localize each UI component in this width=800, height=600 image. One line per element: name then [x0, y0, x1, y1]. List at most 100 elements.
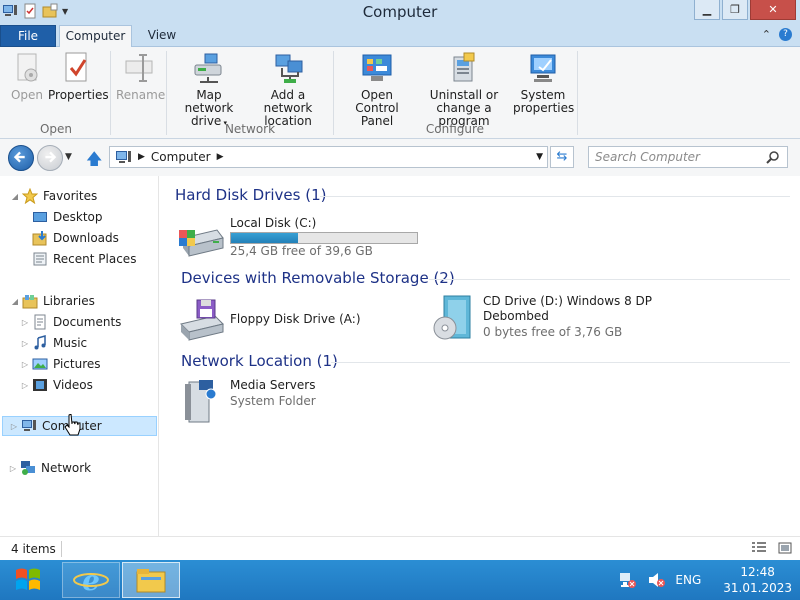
group-separator: [333, 51, 334, 135]
star-icon: [22, 188, 38, 204]
expand-icon[interactable]: ▷: [20, 318, 30, 327]
refresh-button[interactable]: ⇆: [550, 146, 574, 168]
tree-recent-places[interactable]: Recent Places: [20, 249, 136, 269]
maximize-button[interactable]: ❐: [722, 0, 748, 20]
documents-icon: [34, 314, 46, 330]
close-button[interactable]: ✕: [750, 0, 796, 20]
volume-muted-icon[interactable]: [647, 571, 666, 589]
add-network-location-button[interactable]: Add a network location: [248, 51, 328, 128]
group-separator: [166, 51, 167, 135]
disk-usage-fill: [231, 233, 298, 243]
address-bar[interactable]: ▶ Computer ▶ ▼: [109, 146, 548, 168]
section-network-location[interactable]: Network Location (1): [181, 352, 338, 370]
details-view-icon[interactable]: [752, 542, 766, 554]
search-input[interactable]: [588, 146, 788, 168]
desktop-icon: [33, 212, 47, 222]
windows-start-icon[interactable]: [8, 564, 48, 596]
section-removable-storage[interactable]: Devices with Removable Storage (2): [181, 269, 455, 287]
address-dropdown-icon[interactable]: ▼: [536, 152, 543, 162]
tab-file[interactable]: File: [0, 25, 56, 47]
map-network-drive-icon: [194, 53, 222, 83]
tree-desktop[interactable]: Desktop: [20, 207, 103, 227]
up-arrow-icon[interactable]: 🡅: [86, 148, 104, 168]
open-icon: [17, 53, 38, 82]
properties-label: Properties: [48, 88, 109, 102]
breadcrumb-separator-icon[interactable]: ▶: [138, 152, 145, 162]
minimize-button[interactable]: ▁: [694, 0, 720, 20]
section-hard-disk-drives[interactable]: Hard Disk Drives (1): [175, 186, 326, 204]
network-location-media-servers[interactable]: Media Servers System Folder: [177, 378, 377, 428]
taskbar-internet-explorer[interactable]: e: [62, 562, 120, 598]
tree-documents[interactable]: ▷ Documents: [20, 312, 121, 332]
clock[interactable]: 12:48 31.01.2023: [723, 564, 792, 596]
expand-icon[interactable]: ▷: [9, 422, 19, 431]
expand-icon[interactable]: ▷: [20, 360, 30, 369]
large-icons-view-icon[interactable]: [778, 542, 792, 554]
drive-name-line1: CD Drive (D:) Windows 8 DP: [483, 294, 653, 308]
expand-icon[interactable]: ▷: [20, 339, 30, 348]
disk-usage-bar: [230, 232, 418, 244]
rename-button[interactable]: Rename: [116, 51, 166, 102]
hard-drive-icon: [179, 229, 224, 257]
expand-icon[interactable]: ▷: [8, 464, 18, 473]
properties-icon: [65, 52, 87, 82]
open-control-panel-label-1: Open Control: [355, 88, 399, 115]
map-network-drive-label-1: Map network: [184, 88, 234, 115]
network-tray-icon[interactable]: [619, 571, 637, 589]
arrow-left-icon: [13, 151, 25, 163]
search-icon[interactable]: [766, 150, 780, 164]
title-bar: ▼ Computer ▁ ❐ ✕: [0, 0, 800, 24]
cd-drive-icon: [433, 295, 471, 340]
tree-pictures[interactable]: ▷ Pictures: [20, 354, 101, 374]
computer-icon: [22, 420, 36, 431]
section-title: Hard Disk Drives (1): [175, 186, 327, 204]
properties-button[interactable]: Properties: [48, 51, 109, 102]
open-control-panel-button[interactable]: Open Control Panel: [339, 51, 415, 128]
taskbar: e ENG 12:48 31.01.2023: [0, 560, 800, 600]
tree-label: Downloads: [53, 231, 119, 245]
rename-label: Rename: [116, 88, 166, 102]
view-toggle: [752, 542, 792, 554]
taskbar-file-explorer[interactable]: [122, 562, 180, 598]
minimize-ribbon-icon[interactable]: ⌃: [762, 28, 771, 41]
drive-floppy-a[interactable]: Floppy Disk Drive (A:): [177, 296, 407, 344]
floppy-drive-icon: [180, 299, 224, 341]
open-button[interactable]: Open: [8, 51, 46, 102]
tree-network[interactable]: ▷ Network: [8, 458, 91, 478]
expand-icon[interactable]: ▷: [20, 381, 30, 390]
system-properties-button[interactable]: System properties: [513, 51, 574, 115]
tab-computer[interactable]: Computer: [59, 25, 132, 48]
recent-locations-dropdown-icon[interactable]: ▼: [65, 152, 72, 162]
drive-local-disk-c[interactable]: Local Disk (C:) 25,4 GB free of 39,6 GB: [177, 216, 437, 261]
collapse-icon[interactable]: ◢: [10, 192, 20, 201]
forward-button[interactable]: [37, 145, 63, 171]
open-control-panel-label-2: Panel: [360, 114, 394, 128]
tree-label: Pictures: [53, 357, 101, 371]
breadcrumb-separator-icon[interactable]: ▶: [217, 152, 224, 162]
collapse-icon[interactable]: ◢: [10, 297, 20, 306]
back-button[interactable]: [8, 145, 34, 171]
tree-videos[interactable]: ▷ Videos: [20, 375, 93, 395]
section-title: Devices with Removable Storage (2): [181, 269, 455, 287]
tree-libraries[interactable]: ◢ Libraries: [10, 291, 95, 311]
refresh-icon: ⇆: [556, 149, 568, 164]
map-network-drive-button[interactable]: Map network drive ▾: [172, 51, 246, 130]
status-separator: [61, 541, 62, 557]
tree-music[interactable]: ▷ Music: [20, 333, 87, 353]
tree-downloads[interactable]: Downloads: [20, 228, 119, 248]
help-icon[interactable]: ?: [779, 28, 792, 41]
drive-name: Floppy Disk Drive (A:): [230, 312, 361, 326]
libraries-icon: [22, 295, 38, 309]
drive-free-space: 0 bytes free of 3,76 GB: [483, 325, 623, 339]
input-language[interactable]: ENG: [675, 573, 701, 587]
breadcrumb-computer[interactable]: Computer: [151, 150, 211, 164]
tab-view[interactable]: View: [136, 25, 188, 47]
clock-time: 12:48: [740, 565, 775, 579]
group-label-configure: Configure: [425, 122, 485, 136]
system-properties-icon: [530, 54, 556, 82]
uninstall-program-button[interactable]: Uninstall or change a program: [416, 51, 512, 128]
location-type: System Folder: [230, 394, 316, 408]
svg-text:e: e: [82, 564, 100, 597]
drive-cd-d[interactable]: CD Drive (D:) Windows 8 DP Debombed 0 by…: [430, 294, 670, 346]
tree-favorites[interactable]: ◢ Favorites: [10, 186, 97, 206]
